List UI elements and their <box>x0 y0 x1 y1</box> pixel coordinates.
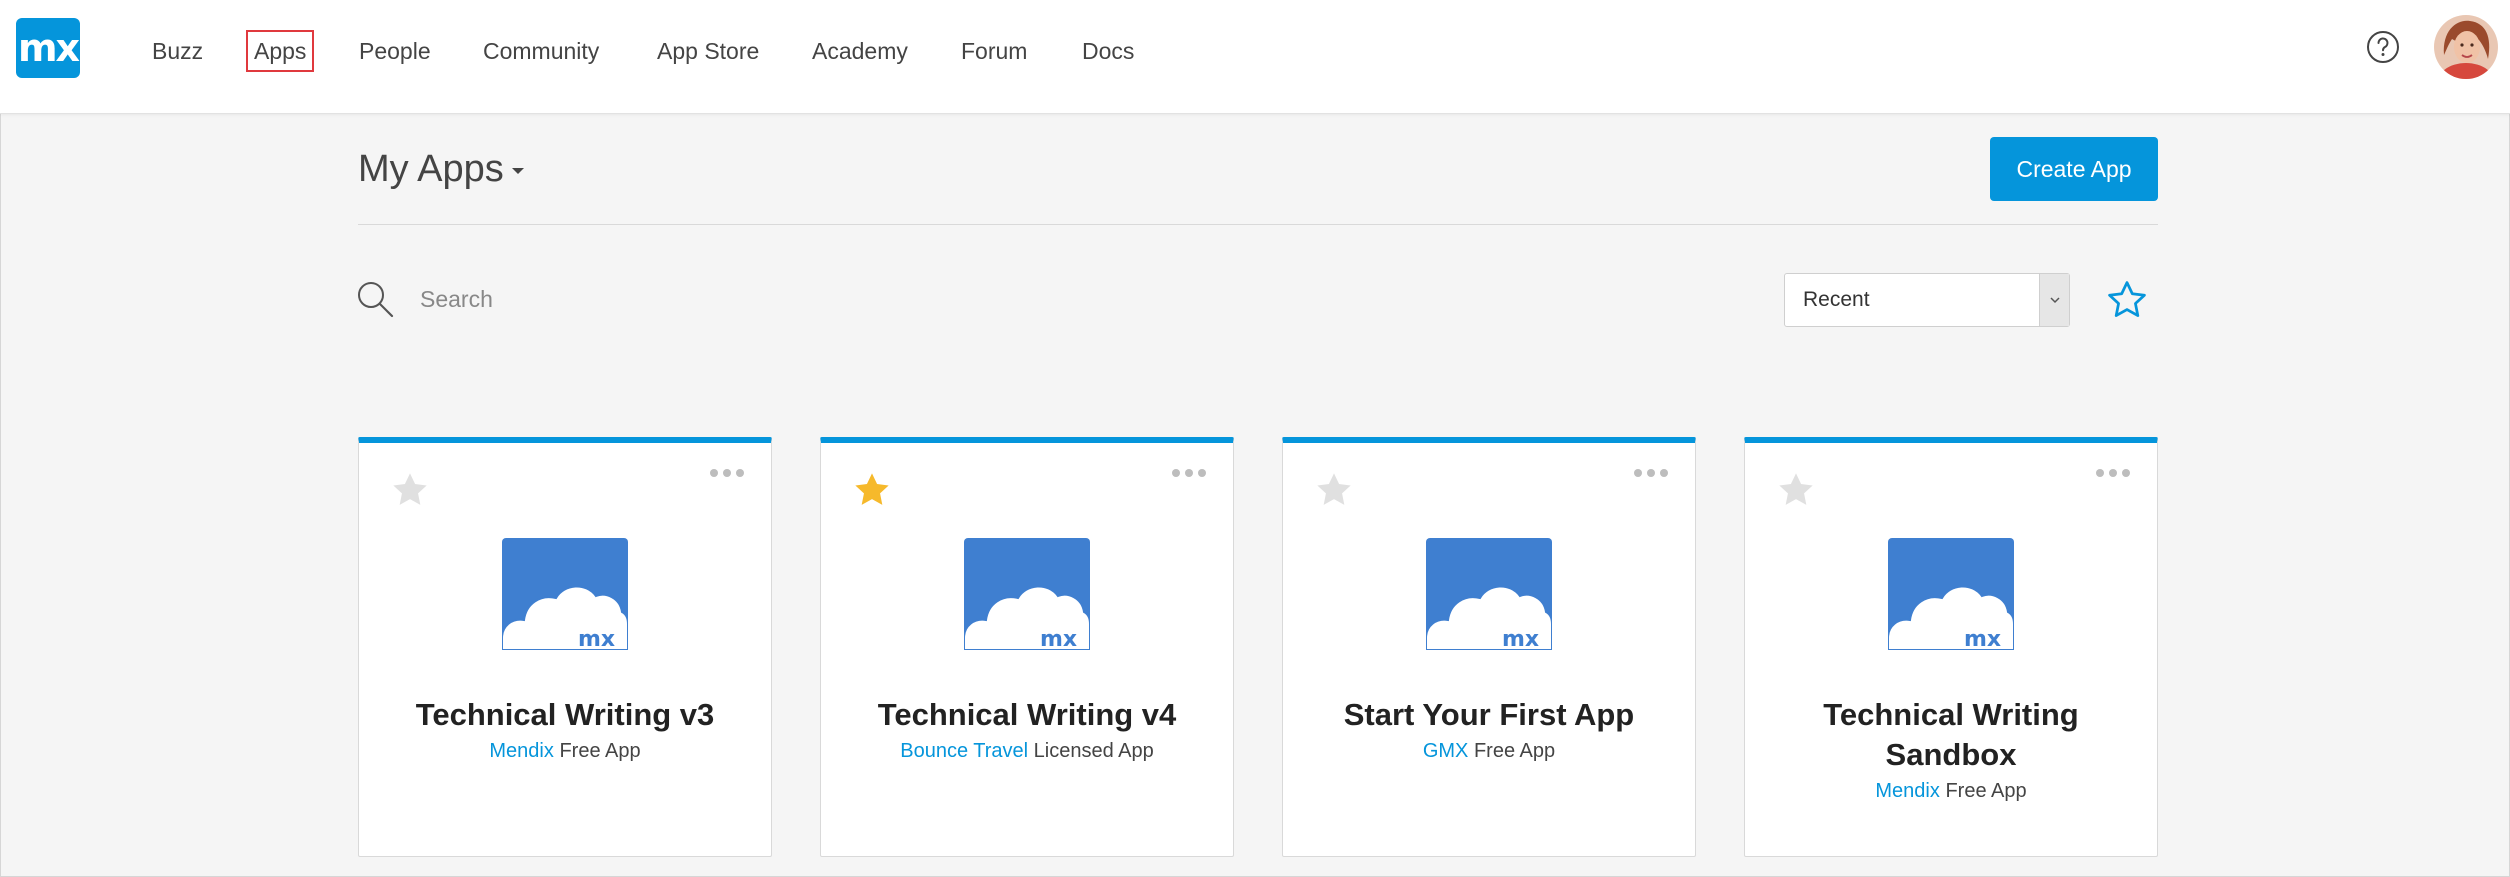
app-meta: Bounce Travel Licensed App <box>841 738 1213 764</box>
app-license: Licensed App <box>1033 740 1154 762</box>
favorite-star-icon[interactable] <box>851 469 893 511</box>
svg-text:mx: mx <box>1964 627 2001 650</box>
app-meta: GMX Free App <box>1303 738 1675 764</box>
svg-text:mx: mx <box>578 627 615 650</box>
nav-item-app-store[interactable]: App Store <box>657 32 759 70</box>
app-license: Free App <box>1473 740 1556 762</box>
favorite-star-icon[interactable] <box>389 469 431 511</box>
more-options-icon[interactable] <box>1169 463 1209 483</box>
top-navigation-bar: mx Buzz Apps People Community App Store … <box>0 0 2510 114</box>
app-company-link[interactable]: Mendix <box>1875 780 1939 802</box>
app-meta: Mendix Free App <box>379 738 751 764</box>
more-options-icon[interactable] <box>2093 463 2133 483</box>
nav-item-community[interactable]: Community <box>483 32 599 70</box>
nav-item-apps[interactable]: Apps <box>245 30 315 72</box>
app-cloud-icon: mx <box>963 538 1091 652</box>
favorite-star-icon[interactable] <box>1313 469 1355 511</box>
more-options-icon[interactable] <box>1631 463 1671 483</box>
svg-text:mx: mx <box>1040 627 1077 650</box>
create-app-button[interactable]: Create App <box>1990 137 2158 201</box>
app-cloud-icon: mx <box>501 538 629 652</box>
nav-item-people[interactable]: People <box>359 32 431 70</box>
app-card[interactable]: mx Technical Writing Sandbox Mendix Free… <box>1744 437 2158 857</box>
app-cloud-icon: mx <box>1887 538 2015 652</box>
app-company-link[interactable]: GMX <box>1423 740 1469 762</box>
header-divider <box>358 224 2158 225</box>
nav-item-forum[interactable]: Forum <box>961 32 1027 70</box>
page-title[interactable]: My Apps <box>358 144 504 194</box>
favorite-filter-star-icon[interactable] <box>2105 278 2149 322</box>
search-input[interactable] <box>420 278 1020 320</box>
nav-item-academy[interactable]: Academy <box>812 32 908 70</box>
app-license: Free App <box>559 740 641 762</box>
app-title[interactable]: Start Your First App <box>1303 695 1675 735</box>
search-icon <box>356 280 396 320</box>
app-card[interactable]: mx Technical Writing v4 Bounce Travel Li… <box>820 437 1234 857</box>
app-title[interactable]: Technical Writing Sandbox <box>1801 695 2101 775</box>
app-meta: Mendix Free App <box>1765 778 2137 804</box>
app-license: Free App <box>1945 780 2027 802</box>
more-options-icon[interactable] <box>707 463 747 483</box>
mendix-logo[interactable]: mx <box>16 18 80 78</box>
sort-select-value: Recent <box>1803 288 1870 311</box>
caret-down-icon[interactable] <box>512 168 524 174</box>
app-company-link[interactable]: Mendix <box>489 740 553 762</box>
sort-select[interactable]: Recent <box>1784 273 2070 327</box>
nav-item-docs[interactable]: Docs <box>1082 32 1134 70</box>
app-card[interactable]: mx Technical Writing v3 Mendix Free App <box>358 437 772 857</box>
app-title[interactable]: Technical Writing v3 <box>379 695 751 735</box>
chevron-down-icon[interactable] <box>2039 274 2069 326</box>
app-company-link[interactable]: Bounce Travel <box>900 740 1028 762</box>
app-card[interactable]: mx Start Your First App GMX Free App <box>1282 437 1696 857</box>
user-avatar[interactable] <box>2434 15 2498 79</box>
nav-item-buzz[interactable]: Buzz <box>152 32 203 70</box>
favorite-star-icon[interactable] <box>1775 469 1817 511</box>
svg-text:mx: mx <box>1502 627 1539 650</box>
app-title[interactable]: Technical Writing v4 <box>841 695 1213 735</box>
app-cloud-icon: mx <box>1425 538 1553 652</box>
help-icon[interactable] <box>2366 30 2400 64</box>
